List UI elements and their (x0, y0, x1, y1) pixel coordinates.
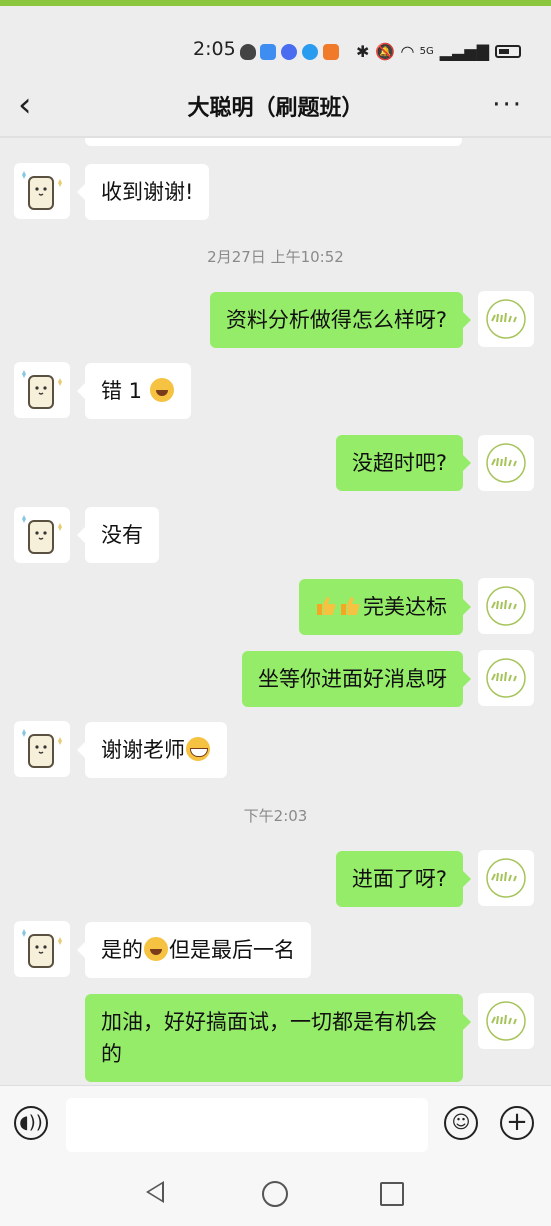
message-text: 没有 (101, 523, 143, 547)
contact-avatar[interactable] (14, 921, 70, 977)
laugh-cry-emoji-icon (149, 378, 174, 402)
contact-avatar[interactable] (14, 163, 70, 219)
chat-title: 大聪明（刷题班） (187, 96, 364, 121)
wifi-icon: ◜◝ (401, 42, 414, 61)
status-time: 2:05 (193, 38, 236, 60)
system-navigation-bar (0, 1163, 551, 1226)
nav-home-icon[interactable] (262, 1181, 288, 1207)
message-bubble-outgoing[interactable]: 加油，好好搞面试，一切都是有机会的 (85, 994, 471, 1082)
message-bubble-outgoing[interactable]: 进面了呀? (335, 851, 472, 907)
status-indicators: ✱ 🔕 ◜◝ 5G ▂▃▅▇ (356, 42, 521, 61)
battery-icon (495, 45, 521, 58)
signal-icon: ▂▃▅▇ (439, 42, 489, 61)
emoji-picker-icon[interactable]: ☺ (444, 1106, 478, 1140)
contact-avatar[interactable] (14, 507, 70, 563)
my-avatar[interactable] (478, 650, 534, 706)
message-text: 收到谢谢! (101, 180, 194, 204)
music-app-icon (281, 44, 297, 60)
message-text: 资料分析做得怎么样呀? (225, 308, 447, 332)
message-bubble-incoming[interactable]: 收到谢谢! (76, 164, 210, 220)
grin-emoji-icon (186, 737, 210, 761)
timestamp: 2月27日 上午10:52 (207, 248, 344, 266)
my-avatar[interactable] (478, 435, 534, 491)
nav-recent-apps-icon[interactable] (380, 1182, 404, 1206)
browser-app-icon (302, 44, 318, 60)
my-avatar[interactable] (478, 850, 534, 906)
my-avatar[interactable] (478, 993, 534, 1049)
message-text: 谢谢老师 (101, 738, 185, 762)
contact-avatar[interactable] (14, 362, 70, 418)
more-options-icon[interactable]: ··· (492, 90, 523, 120)
message-text: 但是最后一名 (169, 938, 295, 962)
voice-input-icon[interactable]: ◖)) (14, 1106, 48, 1140)
my-avatar[interactable] (478, 291, 534, 347)
nav-back-icon[interactable] (146, 1181, 164, 1203)
previous-message-stub (85, 138, 462, 146)
message-bubble-outgoing[interactable]: 没超时吧? (335, 435, 472, 491)
message-bubble-outgoing[interactable]: 资料分析做得怎么样呀? (209, 292, 472, 348)
my-avatar[interactable] (478, 578, 534, 634)
message-text: 坐等你进面好消息呀 (258, 667, 447, 691)
message-text: 没超时吧? (351, 451, 447, 475)
message-bubble-outgoing[interactable]: 坐等你进面好消息呀 (242, 651, 471, 707)
chat-input-bar: ◖)) ☺ + (0, 1085, 551, 1164)
cloud-app-icon (260, 44, 276, 60)
message-text: 进面了呀? (351, 867, 447, 891)
message-text: 是的 (101, 938, 143, 962)
timestamp: 下午2:03 (243, 807, 308, 825)
message-text: 完美达标 (363, 595, 447, 619)
message-bubble-incoming[interactable]: 谢谢老师 (77, 722, 227, 778)
qq-icon (240, 44, 256, 60)
network-label: 5G (419, 46, 434, 57)
bluetooth-icon: ✱ (355, 42, 370, 61)
add-attachment-icon[interactable]: + (500, 1106, 534, 1140)
laugh-cry-emoji-icon (144, 937, 168, 961)
message-text: 错 1 (101, 379, 143, 403)
message-input[interactable] (66, 1098, 428, 1152)
message-bubble-incoming[interactable]: 是的 但是最后一名 (77, 922, 311, 978)
thumbs-up-icon (341, 597, 360, 615)
status-bar: 2:05 ✱ 🔕 ◜◝ 5G ▂▃▅▇ (0, 6, 551, 76)
video-app-icon (323, 44, 339, 60)
chat-title-bar: ‹ 大聪明（刷题班） ··· (0, 76, 551, 136)
message-bubble-incoming[interactable]: 没有 (77, 507, 159, 563)
message-bubble-outgoing[interactable]: 完美达标 (299, 579, 471, 635)
message-text: 加油，好好搞面试，一切都是有机会的 (101, 1010, 437, 1066)
thumbs-up-icon (317, 597, 336, 615)
message-bubble-incoming[interactable]: 错 1 (77, 363, 191, 419)
contact-avatar[interactable] (14, 721, 70, 777)
mute-bell-icon: 🔕 (375, 42, 396, 61)
